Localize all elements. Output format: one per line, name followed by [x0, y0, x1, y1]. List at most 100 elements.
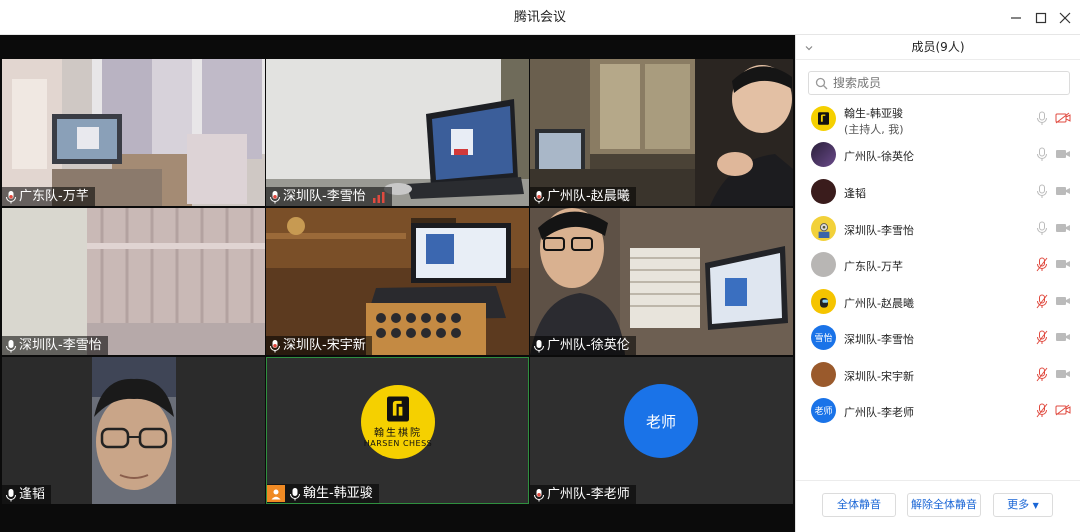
microphone-icon: [289, 487, 301, 501]
microphone-off-icon[interactable]: [1036, 330, 1048, 345]
participant-label: 深圳队-李雪怡: [2, 336, 108, 355]
member-avatar: 雪怡: [811, 325, 836, 350]
member-row[interactable]: 翰生-韩亚骏 (主持人, 我): [796, 101, 1080, 137]
camera-icon[interactable]: [1055, 295, 1071, 307]
close-icon: [1059, 12, 1071, 24]
close-button[interactable]: [1054, 7, 1076, 29]
maximize-icon: [1035, 12, 1047, 24]
member-name: 广州队-徐英伦: [844, 150, 914, 163]
participant-name: 广州队-赵晨曦: [547, 189, 630, 204]
participant-label: 广州队-李老师: [530, 485, 636, 504]
microphone-icon[interactable]: [1036, 111, 1048, 126]
member-row[interactable]: 广东队-万芊: [796, 247, 1080, 283]
member-avatar: [811, 252, 836, 277]
search-input[interactable]: [833, 72, 1053, 94]
member-name: 广州队-赵晨曦: [844, 297, 914, 310]
members-panel: 成员(9人) 翰生-韩亚骏 (主持人, 我) 广州队-徐英伦 逢韬: [795, 35, 1080, 532]
video-tile[interactable]: 广州队-赵晨曦: [530, 59, 793, 206]
window-title: 腾讯会议: [513, 10, 566, 25]
microphone-icon[interactable]: [1036, 221, 1048, 236]
video-feed: [530, 208, 793, 355]
participant-name: 广州队-徐英伦: [547, 338, 630, 353]
host-user-icon: [267, 485, 285, 502]
member-row[interactable]: 逢韬: [796, 174, 1080, 210]
more-button-label: 更多: [1007, 498, 1030, 511]
participant-name: 深圳队-李雪怡: [283, 189, 366, 204]
participant-label: 深圳队-宋宇新: [266, 336, 372, 355]
video-tile[interactable]: 深圳队-李雪怡: [2, 208, 265, 355]
member-avatar: 老师: [811, 398, 836, 423]
microphone-icon: [533, 190, 545, 204]
member-name: 深圳队-李雪怡: [844, 224, 914, 237]
participant-name: 广东队-万芊: [19, 189, 89, 204]
video-grid: 广东队-万芊 深圳队-李雪怡 广州队-赵晨曦 深圳队-李雪怡 深圳队-宋宇新 广…: [0, 35, 795, 532]
member-row[interactable]: 广州队-赵晨曦: [796, 284, 1080, 320]
more-button[interactable]: 更多 ▼: [993, 493, 1053, 517]
microphone-off-icon[interactable]: [1036, 257, 1048, 272]
brand-logo-icon: [387, 396, 409, 422]
minimize-icon: [1011, 17, 1021, 19]
microphone-icon[interactable]: [1036, 147, 1048, 162]
video-tile[interactable]: 广东队-万芊: [2, 59, 265, 206]
participant-label: 逢韬: [2, 485, 52, 504]
member-name: 广东队-万芊: [844, 260, 903, 273]
member-avatar: [811, 106, 836, 131]
camera-off-icon[interactable]: [1055, 404, 1071, 416]
minimize-button[interactable]: [1005, 7, 1027, 29]
member-row[interactable]: 雪怡 深圳队-李雪怡: [796, 320, 1080, 356]
microphone-icon[interactable]: [1036, 184, 1048, 199]
microphone-icon: [269, 339, 281, 353]
camera-icon[interactable]: [1055, 185, 1071, 197]
participant-label: 广东队-万芊: [2, 187, 95, 206]
participant-label: 广州队-赵晨曦: [530, 187, 636, 206]
participant-name: 深圳队-李雪怡: [19, 338, 102, 353]
microphone-off-icon[interactable]: [1036, 367, 1048, 382]
video-feed: [266, 59, 529, 206]
title-bar: 腾讯会议: [0, 0, 1080, 35]
member-name: 逢韬: [844, 187, 866, 200]
unmute-all-button[interactable]: 解除全体静音: [907, 493, 981, 517]
camera-icon[interactable]: [1055, 368, 1071, 380]
member-name: 深圳队-宋宇新: [844, 370, 914, 383]
member-avatar: [811, 179, 836, 204]
microphone-icon: [533, 488, 545, 502]
video-tile[interactable]: 逢韬: [2, 357, 265, 504]
member-row[interactable]: 深圳队-李雪怡: [796, 211, 1080, 247]
microphone-off-icon[interactable]: [1036, 294, 1048, 309]
video-feed: [530, 59, 793, 206]
member-avatar: [811, 142, 836, 167]
member-name: 广州队-李老师: [844, 406, 914, 419]
participant-name: 逢韬: [19, 487, 46, 502]
brand-subtitle: HARSEN CHESS: [363, 439, 433, 448]
participant-name: 广州队-李老师: [547, 487, 630, 502]
member-row[interactable]: 老师 广州队-李老师: [796, 393, 1080, 429]
camera-icon[interactable]: [1055, 258, 1071, 270]
participant-name: 翰生-韩亚骏: [303, 486, 373, 501]
video-tile[interactable]: 深圳队-李雪怡: [266, 59, 529, 206]
video-tile[interactable]: 广州队-徐英伦: [530, 208, 793, 355]
microphone-icon: [5, 339, 17, 353]
member-name: 翰生-韩亚骏: [844, 107, 903, 120]
mute-all-button[interactable]: 全体静音: [822, 493, 896, 517]
video-tile-active-speaker[interactable]: 翰生棋院 HARSEN CHESS 翰生-韩亚骏: [266, 357, 529, 504]
camera-off-icon[interactable]: [1055, 112, 1071, 124]
camera-icon[interactable]: [1055, 331, 1071, 343]
camera-icon[interactable]: [1055, 148, 1071, 160]
maximize-button[interactable]: [1030, 7, 1052, 29]
brand-avatar: 翰生棋院 HARSEN CHESS: [361, 385, 435, 459]
member-name: 深圳队-李雪怡: [844, 333, 914, 346]
participant-label: 翰生-韩亚骏: [267, 484, 379, 503]
participant-label: 广州队-徐英伦: [530, 336, 636, 355]
member-row[interactable]: 广州队-徐英伦: [796, 137, 1080, 173]
members-panel-header: 成员(9人): [796, 35, 1080, 60]
video-feed: [266, 208, 529, 355]
participant-name: 深圳队-宋宇新: [283, 338, 366, 353]
chevron-down-icon[interactable]: [804, 43, 814, 53]
video-feed: [2, 59, 265, 206]
camera-icon[interactable]: [1055, 222, 1071, 234]
member-search[interactable]: [808, 71, 1070, 95]
video-tile[interactable]: 老师 广州队-李老师: [530, 357, 793, 504]
microphone-off-icon[interactable]: [1036, 403, 1048, 418]
member-row[interactable]: 深圳队-宋宇新: [796, 357, 1080, 393]
video-tile[interactable]: 深圳队-宋宇新: [266, 208, 529, 355]
